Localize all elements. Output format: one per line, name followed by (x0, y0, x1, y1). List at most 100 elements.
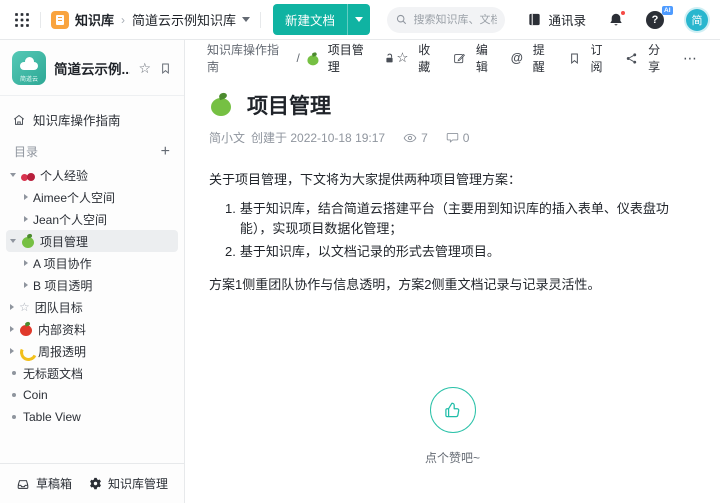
comment-count-value: 0 (463, 131, 470, 145)
breadcrumb-parent[interactable]: 知识库操作指南 (207, 41, 290, 75)
new-doc-button[interactable]: 新建文档 (273, 4, 347, 35)
like-button[interactable] (430, 387, 476, 433)
app-window: 知识库 › 简道云示例知识库 新建文档 通讯录 ? AI (0, 0, 720, 503)
breadcrumb-current-label: 项目管理 (328, 41, 376, 75)
more-button[interactable]: ⋯ (683, 50, 698, 67)
bookmark-icon (568, 52, 581, 65)
tree-item-label: Coin (23, 388, 48, 402)
apps-grid-icon[interactable] (14, 12, 30, 28)
library-manage-button[interactable]: 知识库管理 (89, 475, 168, 492)
help-button[interactable]: ? AI (646, 11, 664, 29)
doc-ordered-list: 1. 基于知识库，结合简道云搭建平台（主要用到知识库的插入表单、仪表盘功能），实… (209, 199, 696, 262)
library-title[interactable]: 简道云示例... (54, 58, 130, 78)
sidebar-item-team-goals[interactable]: ☆ 团队目标 (6, 296, 178, 318)
sidebar-item-project-management[interactable]: 项目管理 (6, 230, 178, 252)
chevron-down-icon[interactable] (10, 173, 16, 177)
topbar-right-group: 通讯录 ? AI 简 (387, 7, 708, 33)
chevron-down-icon[interactable] (10, 239, 16, 243)
sidebar-item-personal-experience[interactable]: 个人经验 (6, 164, 178, 186)
chevron-right-icon[interactable] (24, 260, 28, 266)
doc-body: 项目管理 简小文 创建于 2022-10-18 19:17 7 0 关于项目管理… (185, 76, 720, 503)
sidebar-item-table-view[interactable]: Table View (6, 406, 178, 428)
divider (40, 12, 41, 28)
chevron-right-icon[interactable] (10, 348, 14, 354)
unlock-icon[interactable] (383, 52, 396, 65)
breadcrumb-root[interactable]: 知识库 (75, 10, 114, 29)
favorite-label: 收藏 (412, 41, 436, 75)
doc-title-row: 项目管理 (209, 90, 696, 120)
view-count: 7 (403, 131, 428, 145)
share-label: 分享 (642, 41, 666, 75)
search-input[interactable] (413, 14, 497, 26)
sidebar: 简道云 简道云示例... ☆ 知识库操作指南 目录 + 个人经 (0, 40, 185, 503)
breadcrumb-current-library[interactable]: 简道云示例知识库 (132, 10, 236, 29)
library-logo[interactable]: 简道云 (12, 51, 46, 85)
chevron-right-icon[interactable] (10, 326, 14, 332)
banana-icon (19, 344, 33, 358)
cherry-icon (21, 168, 35, 182)
sidebar-item-aimee-space[interactable]: Aimee个人空间 (6, 186, 178, 208)
sidebar-item-guide[interactable]: 知识库操作指南 (0, 104, 184, 135)
sidebar-item-coin[interactable]: Coin (6, 384, 178, 406)
chevron-right-icon[interactable] (24, 194, 28, 200)
notifications-button[interactable] (608, 12, 624, 28)
contacts-label: 通讯录 (548, 10, 586, 29)
bullet-icon (12, 415, 16, 419)
app-body: 简道云 简道云示例... ☆ 知识库操作指南 目录 + 个人经 (0, 40, 720, 503)
list-number: 2. (225, 242, 236, 262)
draft-box-button[interactable]: 草稿箱 (16, 475, 72, 492)
sidebar-item-project-a[interactable]: A 项目协作 (6, 252, 178, 274)
doc-paragraph-intro: 关于项目管理，下文将为大家提供两种项目管理方案： (209, 170, 696, 190)
tree-item-label: 个人经验 (40, 167, 88, 184)
green-apple-icon (21, 234, 35, 248)
list-item: 1. 基于知识库，结合简道云搭建平台（主要用到知识库的插入表单、仪表盘功能），实… (209, 199, 696, 239)
chevron-right-icon[interactable] (24, 282, 28, 288)
tree-item-label: 项目管理 (40, 233, 88, 250)
plus-icon[interactable]: + (161, 144, 170, 160)
star-icon[interactable]: ☆ (138, 60, 151, 77)
new-doc-dropdown-button[interactable] (347, 4, 370, 35)
tree-item-label: Jean个人空间 (33, 211, 107, 228)
chevron-down-icon[interactable] (242, 17, 250, 22)
ai-badge: AI (662, 6, 674, 15)
share-icon (625, 52, 638, 65)
list-text: 基于知识库，以文档记录的形式去管理项目。 (240, 242, 500, 262)
chevron-right-icon[interactable] (24, 216, 28, 222)
sidebar-item-untitled-doc[interactable]: 无标题文档 (6, 362, 178, 384)
top-bar: 知识库 › 简道云示例知识库 新建文档 通讯录 ? AI (0, 0, 720, 40)
tree-item-label: 周报透明 (38, 343, 86, 360)
sidebar-item-internal-docs[interactable]: 内部资料 (6, 318, 178, 340)
chevron-right-icon[interactable] (10, 304, 14, 310)
home-icon (12, 113, 26, 127)
doc-created: 创建于 2022-10-18 19:17 (251, 129, 385, 146)
user-avatar[interactable]: 简 (686, 9, 708, 31)
subscribe-label: 订阅 (585, 41, 609, 75)
bookmark-icon[interactable] (159, 62, 172, 75)
chevron-down-icon (355, 17, 363, 22)
subscribe-button[interactable]: 订阅 (568, 41, 609, 75)
edit-button[interactable]: 编辑 (453, 41, 494, 75)
tree-item-label: 团队目标 (35, 299, 83, 316)
tree-item-label: A 项目协作 (33, 255, 92, 272)
sidebar-item-project-b[interactable]: B 项目透明 (6, 274, 178, 296)
doc-title: 项目管理 (247, 90, 331, 120)
search-box[interactable] (387, 7, 505, 33)
sidebar-item-weekly-report[interactable]: 周报透明 (6, 340, 178, 362)
remind-button[interactable]: @ 提醒 (511, 41, 551, 75)
share-button[interactable]: 分享 (625, 41, 666, 75)
doc-header: 知识库操作指南 / 项目管理 ☆ 收藏 编辑 (185, 40, 720, 76)
bullet-icon (12, 371, 16, 375)
eye-icon (403, 131, 417, 145)
cloud-icon (20, 57, 38, 70)
doc-meta: 简小文 创建于 2022-10-18 19:17 7 0 (209, 129, 696, 146)
thumbs-up-icon (443, 400, 463, 420)
breadcrumb-current[interactable]: 项目管理 (306, 41, 376, 75)
edit-label: 编辑 (470, 41, 494, 75)
breadcrumb-separator: › (121, 13, 125, 27)
doc-author: 简小文 (209, 129, 245, 146)
contacts-button[interactable]: 通讯录 (527, 10, 586, 29)
sidebar-item-label: 知识库操作指南 (33, 110, 121, 129)
star-icon: ☆ (19, 300, 30, 314)
favorite-button[interactable]: ☆ 收藏 (396, 41, 436, 75)
sidebar-item-jean-space[interactable]: Jean个人空间 (6, 208, 178, 230)
